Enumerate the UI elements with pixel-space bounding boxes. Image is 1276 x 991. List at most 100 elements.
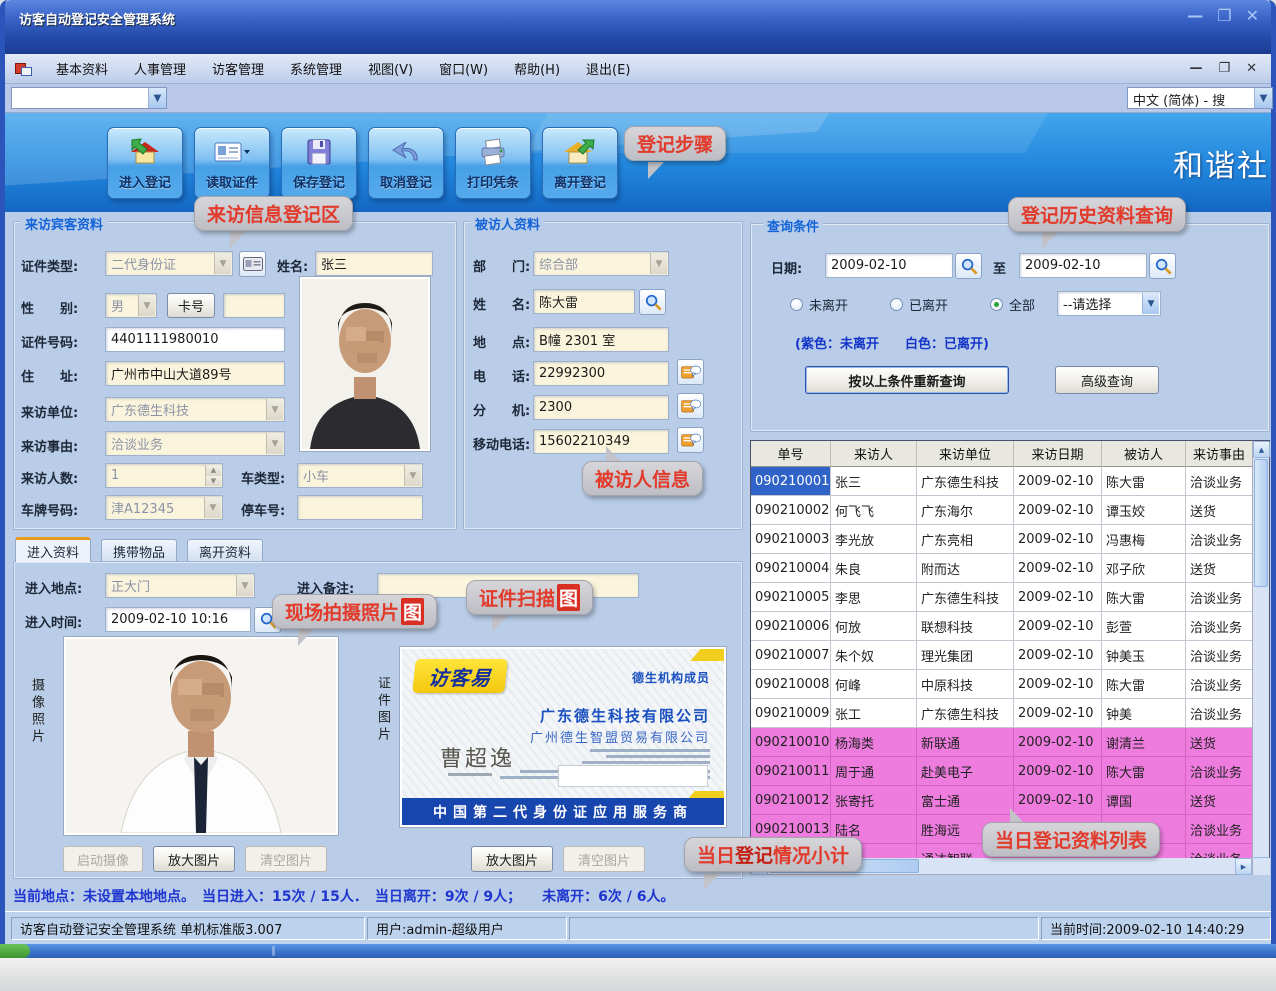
table-cell[interactable]: 洽谈业务 (1186, 525, 1252, 554)
vertical-scrollbar[interactable]: ▲ ▼ (1252, 441, 1269, 874)
save-register-button[interactable]: 保存登记 (281, 127, 357, 199)
table-cell[interactable]: 2009-02-10 (1014, 670, 1102, 699)
table-cell[interactable]: 周于通 (831, 757, 917, 786)
table-cell[interactable]: 张三 (831, 467, 917, 496)
table-cell[interactable]: 2009-02-10 (1014, 612, 1102, 641)
table-cell[interactable]: 李光放 (831, 525, 917, 554)
table-cell[interactable]: 2009-02-10 (1014, 641, 1102, 670)
entry-time-input[interactable]: 2009-02-10 10:16 (105, 607, 251, 632)
table-row[interactable]: 090210012张寄托富士通2009-02-10谭国送货 (751, 786, 1252, 815)
clear-photo-button[interactable]: 清空图片 (245, 846, 327, 872)
col-header-reason[interactable]: 来访事由 (1186, 441, 1252, 467)
table-cell[interactable]: 新联通 (917, 728, 1014, 757)
table-cell[interactable]: 杨海类 (831, 728, 917, 757)
menu-system[interactable]: 系统管理 (277, 55, 355, 82)
radio-all[interactable]: 全部 (990, 295, 1035, 314)
table-cell[interactable]: 洽谈业务 (1186, 467, 1252, 496)
requery-button[interactable]: 按以上条件重新查询 (805, 366, 1009, 394)
menu-help[interactable]: 帮助(H) (501, 55, 573, 82)
table-cell[interactable]: 090210010 (751, 728, 831, 757)
table-cell[interactable]: 洽谈业务 (1186, 583, 1252, 612)
table-cell[interactable]: 陈大雷 (1102, 670, 1186, 699)
table-cell[interactable]: 2009-02-10 (1014, 467, 1102, 496)
print-ticket-button[interactable]: 打印凭条 (455, 127, 531, 199)
table-row[interactable]: 090210010杨海类新联通2009-02-10谢清兰送货 (751, 728, 1252, 757)
table-cell[interactable]: 洽谈业务 (1186, 757, 1252, 786)
enter-register-button[interactable]: 进入登记 (107, 127, 183, 199)
call-ext-button[interactable] (677, 393, 704, 419)
scroll-right-icon[interactable]: ▶ (1235, 858, 1252, 875)
date-from-input[interactable]: 2009-02-10 (825, 253, 953, 278)
col-header-company[interactable]: 来访单位 (917, 441, 1014, 467)
table-cell[interactable]: 2009-02-10 (1014, 786, 1102, 815)
table-cell[interactable]: 谭玉姣 (1102, 496, 1186, 525)
visitor-name-input[interactable]: 张三 (315, 251, 433, 276)
call-phone-button[interactable] (677, 359, 704, 385)
table-cell[interactable]: 何峰 (831, 670, 917, 699)
close-icon[interactable]: ✕ (1246, 6, 1259, 25)
leave-register-button[interactable]: 离开登记 (542, 127, 618, 199)
ext-input[interactable]: 2300 (533, 395, 669, 420)
menu-window[interactable]: 窗口(W) (426, 55, 501, 82)
table-cell[interactable]: 张寄托 (831, 786, 917, 815)
gender-combo[interactable]: 男▼ (105, 293, 157, 318)
date-from-picker-button[interactable] (955, 253, 982, 279)
table-cell[interactable]: 090210008 (751, 670, 831, 699)
card-number-input[interactable] (223, 293, 285, 318)
zoom-photo-button[interactable]: 放大图片 (153, 846, 235, 872)
table-cell[interactable]: 洽谈业务 (1186, 612, 1252, 641)
mdi-minimize-icon[interactable]: — (1189, 61, 1202, 76)
restore-icon[interactable]: ❐ (1217, 6, 1231, 25)
id-type-combo[interactable]: 二代身份证▼ (105, 251, 233, 276)
menu-basic-data[interactable]: 基本资料 (43, 55, 121, 82)
table-cell[interactable]: 富士通 (917, 786, 1014, 815)
table-cell[interactable]: 送货 (1186, 728, 1252, 757)
table-cell[interactable]: 2009-02-10 (1014, 583, 1102, 612)
table-cell[interactable]: 谭国 (1102, 786, 1186, 815)
table-cell[interactable]: 附而达 (917, 554, 1014, 583)
date-to-input[interactable]: 2009-02-10 (1019, 253, 1147, 278)
col-header-visitor[interactable]: 来访人 (831, 441, 917, 467)
table-row[interactable]: 090210009张工广东德生科技2009-02-10钟美洽谈业务 (751, 699, 1252, 728)
table-cell[interactable]: 陈大雷 (1102, 583, 1186, 612)
table-cell[interactable]: 朱良 (831, 554, 917, 583)
table-cell[interactable]: 送货 (1186, 554, 1252, 583)
table-cell[interactable]: 李思 (831, 583, 917, 612)
id-number-input[interactable]: 4401111980010 (105, 327, 285, 352)
table-cell[interactable]: 陈大雷 (1102, 757, 1186, 786)
table-cell[interactable]: 洽谈业务 (1186, 670, 1252, 699)
clear-card-button[interactable]: 清空图片 (563, 846, 645, 872)
table-row[interactable]: 090210005李思广东德生科技2009-02-10陈大雷洽谈业务 (751, 583, 1252, 612)
table-cell[interactable]: 090210007 (751, 641, 831, 670)
zoom-card-button[interactable]: 放大图片 (471, 846, 553, 872)
tab-entry-data[interactable]: 进入资料 (15, 537, 91, 562)
table-cell[interactable]: 广东德生科技 (917, 699, 1014, 728)
table-row[interactable]: 090210001张三广东德生科技2009-02-10陈大雷洽谈业务 (751, 467, 1252, 496)
menu-exit[interactable]: 退出(E) (573, 55, 643, 82)
table-cell[interactable]: 洽谈业务 (1186, 699, 1252, 728)
table-cell[interactable]: 联想科技 (917, 612, 1014, 641)
table-cell[interactable]: 广东德生科技 (917, 583, 1014, 612)
table-cell[interactable]: 冯惠梅 (1102, 525, 1186, 554)
table-cell[interactable]: 2009-02-10 (1014, 699, 1102, 728)
chevron-down-icon[interactable]: ▼ (1254, 88, 1272, 108)
call-mobile-button[interactable] (677, 427, 704, 453)
table-cell[interactable]: 090210001 (751, 467, 831, 496)
location-input[interactable]: B幢 2301 室 (533, 327, 669, 352)
table-cell[interactable]: 送货 (1186, 496, 1252, 525)
table-cell[interactable]: 090210004 (751, 554, 831, 583)
table-row[interactable]: 090210003李光放广东亮相2009-02-10冯惠梅洽谈业务 (751, 525, 1252, 554)
table-cell[interactable]: 理光集团 (917, 641, 1014, 670)
menu-visitor[interactable]: 访客管理 (199, 55, 277, 82)
menu-view[interactable]: 视图(V) (355, 55, 426, 82)
quick-select-combo[interactable]: ▼ (11, 87, 167, 109)
table-cell[interactable]: 090210002 (751, 496, 831, 525)
search-person-button[interactable] (639, 289, 666, 315)
table-cell[interactable]: 何放 (831, 612, 917, 641)
tab-carried-items[interactable]: 携带物品 (101, 539, 177, 562)
table-cell[interactable]: 洽谈业务 (1186, 641, 1252, 670)
table-cell[interactable]: 邓子欣 (1102, 554, 1186, 583)
plate-combo[interactable]: 津A12345▼ (105, 495, 223, 520)
table-cell[interactable]: 090210003 (751, 525, 831, 554)
radio-left[interactable]: 已离开 (890, 295, 948, 314)
